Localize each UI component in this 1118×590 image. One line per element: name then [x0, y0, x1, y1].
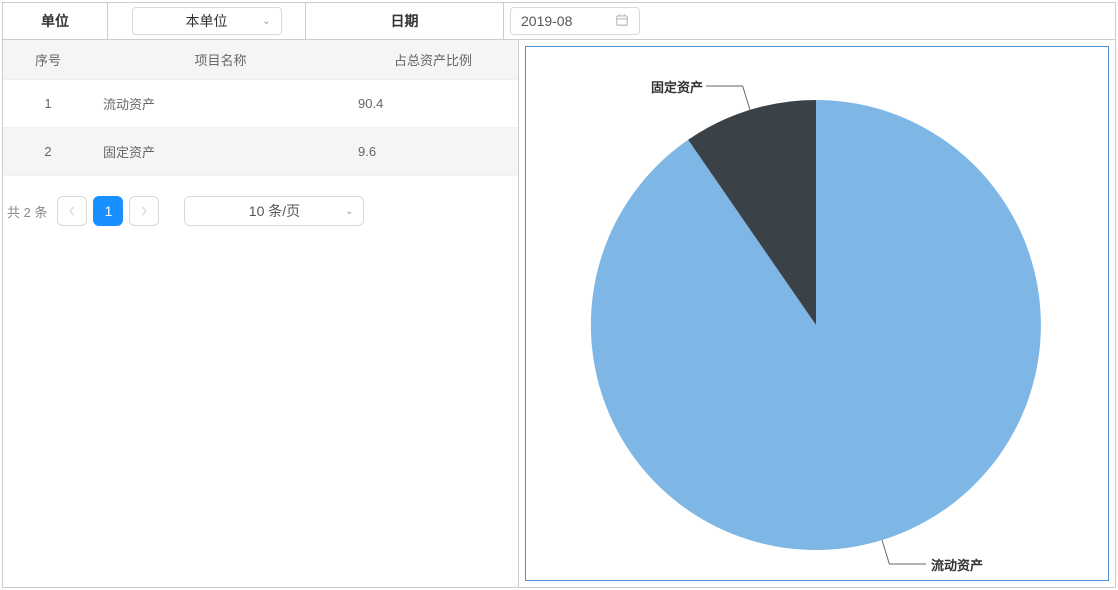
leader-line — [882, 540, 926, 564]
table-row[interactable]: 1 流动资产 90.4 — [3, 80, 518, 128]
chevron-right-icon — [139, 206, 149, 216]
pagination-total: 共 2 条 — [7, 202, 47, 221]
unit-label: 单位 — [3, 3, 108, 39]
col-name: 项目名称 — [93, 40, 348, 80]
pie-chart: 固定资产 流动资产 — [525, 46, 1109, 581]
col-ratio: 占总资产比例 — [348, 40, 518, 80]
page-number-button[interactable]: 1 — [93, 196, 123, 226]
cell-index: 1 — [3, 80, 93, 128]
page-prev-button[interactable] — [57, 196, 87, 226]
cell-index: 2 — [3, 128, 93, 176]
col-index: 序号 — [3, 40, 93, 80]
pie-label-liquid: 流动资产 — [931, 555, 983, 574]
unit-select[interactable]: 本单位 ⌄ — [132, 7, 282, 35]
chevron-left-icon — [67, 206, 77, 216]
unit-select-value: 本单位 — [186, 11, 228, 31]
page-size-select[interactable]: 10 条/页 ⌄ — [184, 196, 364, 226]
pagination: 共 2 条 1 10 条/页 ⌄ — [3, 176, 518, 230]
filter-bar: 单位 本单位 ⌄ 日期 2019-08 — [2, 2, 1116, 40]
chart-panel: 固定资产 流动资产 — [519, 40, 1115, 587]
date-label: 日期 — [306, 3, 504, 39]
cell-ratio: 9.6 — [348, 128, 518, 176]
page-size-label: 10 条/页 — [249, 201, 300, 221]
page-next-button[interactable] — [129, 196, 159, 226]
cell-name: 流动资产 — [93, 80, 348, 128]
table-row[interactable]: 2 固定资产 9.6 — [3, 128, 518, 176]
leader-line — [706, 86, 750, 110]
left-panel: 序号 项目名称 占总资产比例 1 流动资产 90.4 2 固定资产 9.6 — [3, 40, 519, 587]
calendar-icon — [615, 13, 629, 30]
chevron-down-icon: ⌄ — [262, 16, 270, 27]
pie-label-fixed: 固定资产 — [651, 77, 703, 96]
date-picker[interactable]: 2019-08 — [510, 7, 640, 35]
cell-ratio: 90.4 — [348, 80, 518, 128]
chevron-down-icon: ⌄ — [345, 206, 353, 217]
date-value: 2019-08 — [521, 13, 615, 29]
cell-name: 固定资产 — [93, 128, 348, 176]
data-table: 序号 项目名称 占总资产比例 1 流动资产 90.4 2 固定资产 9.6 — [3, 40, 518, 176]
